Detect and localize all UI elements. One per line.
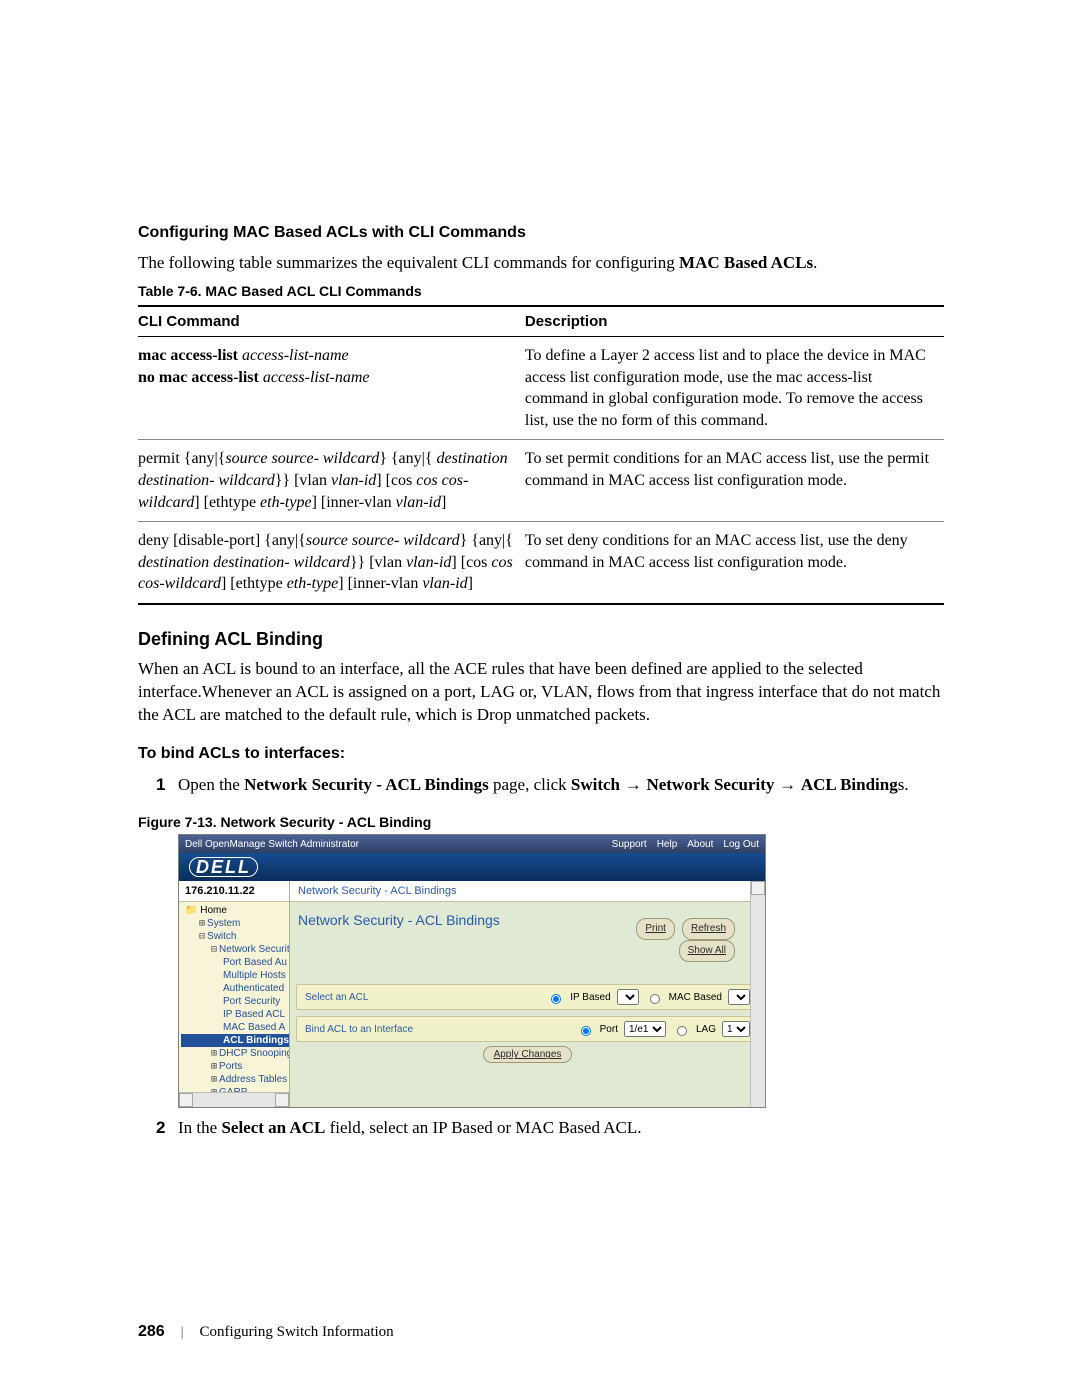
select-mac-based[interactable] (728, 989, 750, 1005)
heading-defining-acl-binding: Defining ACL Binding (138, 629, 944, 650)
show-all-button[interactable]: Show All (679, 940, 735, 962)
refresh-button[interactable]: Refresh (682, 918, 735, 940)
nav-scrollbar-horizontal[interactable] (179, 1092, 289, 1107)
cli-cmd-cell: permit {any|{source source- wildcard} {a… (138, 440, 525, 522)
breadcrumb: Network Security - ACL Bindings (290, 881, 765, 902)
brand-bar: DELL (179, 853, 765, 881)
table-header-cli: CLI Command (138, 306, 525, 337)
form-row-bind-interface: Bind ACL to an Interface Port 1/e1 LAG 1 (296, 1016, 759, 1042)
cli-cmd-cell: deny [disable-port] {any|{source source-… (138, 522, 525, 604)
device-ip: 176.210.11.22 (179, 881, 289, 902)
page-number: 286 (138, 1323, 165, 1341)
radio-mac-based[interactable] (650, 994, 660, 1004)
label-bind-interface: Bind ACL to an Interface (305, 1024, 455, 1035)
tree-item[interactable]: ⊞DHCP Snooping (181, 1047, 289, 1060)
tree-item[interactable]: Port Security (181, 995, 289, 1008)
radio-label-mac-based: MAC Based (669, 992, 722, 1003)
link-support[interactable]: Support (612, 839, 647, 850)
figure-caption: Figure 7-13. Network Security - ACL Bind… (138, 814, 944, 830)
footer-separator: | (181, 1325, 184, 1341)
dell-logo: DELL (189, 857, 258, 877)
table-row: mac access-list access-list-name no mac … (138, 336, 944, 439)
window-titlebar: Dell OpenManage Switch Administrator Sup… (179, 835, 765, 853)
panel-actions: Print Refresh Show All (632, 918, 735, 962)
cli-desc-cell: To set permit conditions for an MAC acce… (525, 440, 944, 522)
step-text: In the Select an ACL field, select an IP… (178, 1116, 944, 1140)
table-header-desc: Description (525, 306, 944, 337)
step-2: 2 In the Select an ACL field, select an … (156, 1116, 944, 1140)
cli-commands-table: CLI Command Description mac access-list … (138, 305, 944, 605)
nav-sidebar: 176.210.11.22 📁 Home ⊞System ⊟Switch ⊟Ne… (179, 881, 290, 1107)
select-port[interactable]: 1/e1 (624, 1021, 666, 1037)
cli-desc-cell: To set deny conditions for an MAC access… (525, 522, 944, 604)
cli-cmd-cell: mac access-list access-list-name no mac … (138, 336, 525, 439)
step-1: 1 Open the Network Security - ACL Bindin… (156, 773, 944, 797)
tree-item[interactable]: Multiple Hosts (181, 969, 289, 982)
main-scrollbar-vertical[interactable] (750, 881, 765, 1107)
step-text: Open the Network Security - ACL Bindings… (178, 773, 944, 797)
radio-label-ip-based: IP Based (570, 992, 610, 1003)
tree-item[interactable]: Authenticated (181, 982, 289, 995)
tree-item[interactable]: ⊞System (181, 917, 289, 930)
acl-binding-paragraph: When an ACL is bound to an interface, al… (138, 658, 944, 727)
tree-item[interactable]: MAC Based A (181, 1021, 289, 1034)
select-lag[interactable]: 1 (722, 1021, 750, 1037)
form-row-select-acl: Select an ACL IP Based MAC Based (296, 984, 759, 1010)
radio-label-lag: LAG (696, 1024, 716, 1035)
tree-item[interactable]: Port Based Au (181, 956, 289, 969)
link-help[interactable]: Help (657, 839, 678, 850)
tree-item-selected[interactable]: ACL Bindings (181, 1034, 289, 1047)
tree-item[interactable]: ⊞Address Tables (181, 1073, 289, 1086)
radio-lag[interactable] (677, 1026, 687, 1036)
window-title: Dell OpenManage Switch Administrator (185, 839, 359, 850)
main-panel: Network Security - ACL Bindings Network … (290, 881, 765, 1107)
footer-section: Configuring Switch Information (200, 1324, 394, 1341)
link-logout[interactable]: Log Out (723, 839, 759, 850)
label-select-acl: Select an ACL (305, 992, 455, 1003)
subheading-to-bind: To bind ACLs to interfaces: (138, 745, 944, 763)
heading-configuring-mac-acl-cli: Configuring MAC Based ACLs with CLI Comm… (138, 224, 944, 242)
radio-label-port: Port (600, 1024, 618, 1035)
table-row: permit {any|{source source- wildcard} {a… (138, 440, 944, 522)
select-ip-based[interactable] (617, 989, 639, 1005)
intro-paragraph: The following table summarizes the equiv… (138, 252, 944, 275)
nav-tree[interactable]: 📁 Home ⊞System ⊟Switch ⊟Network Security… (179, 902, 289, 1092)
radio-port[interactable] (581, 1026, 591, 1036)
table-caption: Table 7-6. MAC Based ACL CLI Commands (138, 283, 944, 299)
tree-item[interactable]: ⊟Switch (181, 930, 289, 943)
screenshot-acl-binding: Dell OpenManage Switch Administrator Sup… (178, 834, 766, 1108)
tree-home[interactable]: 📁 Home (181, 904, 289, 917)
tree-item[interactable]: IP Based ACL (181, 1008, 289, 1021)
table-header-row: CLI Command Description (138, 306, 944, 337)
page-footer: 286 | Configuring Switch Information (138, 1323, 394, 1341)
table-row: deny [disable-port] {any|{source source-… (138, 522, 944, 604)
cli-desc-cell: To define a Layer 2 access list and to p… (525, 336, 944, 439)
apply-changes-button[interactable]: Apply Changes (483, 1046, 573, 1063)
link-about[interactable]: About (687, 839, 713, 850)
step-number: 1 (156, 773, 178, 797)
tree-item[interactable]: ⊞Ports (181, 1060, 289, 1073)
tree-item[interactable]: ⊟Network Security (181, 943, 289, 956)
radio-ip-based[interactable] (551, 994, 561, 1004)
step-number: 2 (156, 1116, 178, 1140)
print-button[interactable]: Print (636, 918, 675, 940)
document-page: Configuring MAC Based ACLs with CLI Comm… (0, 0, 1080, 1397)
